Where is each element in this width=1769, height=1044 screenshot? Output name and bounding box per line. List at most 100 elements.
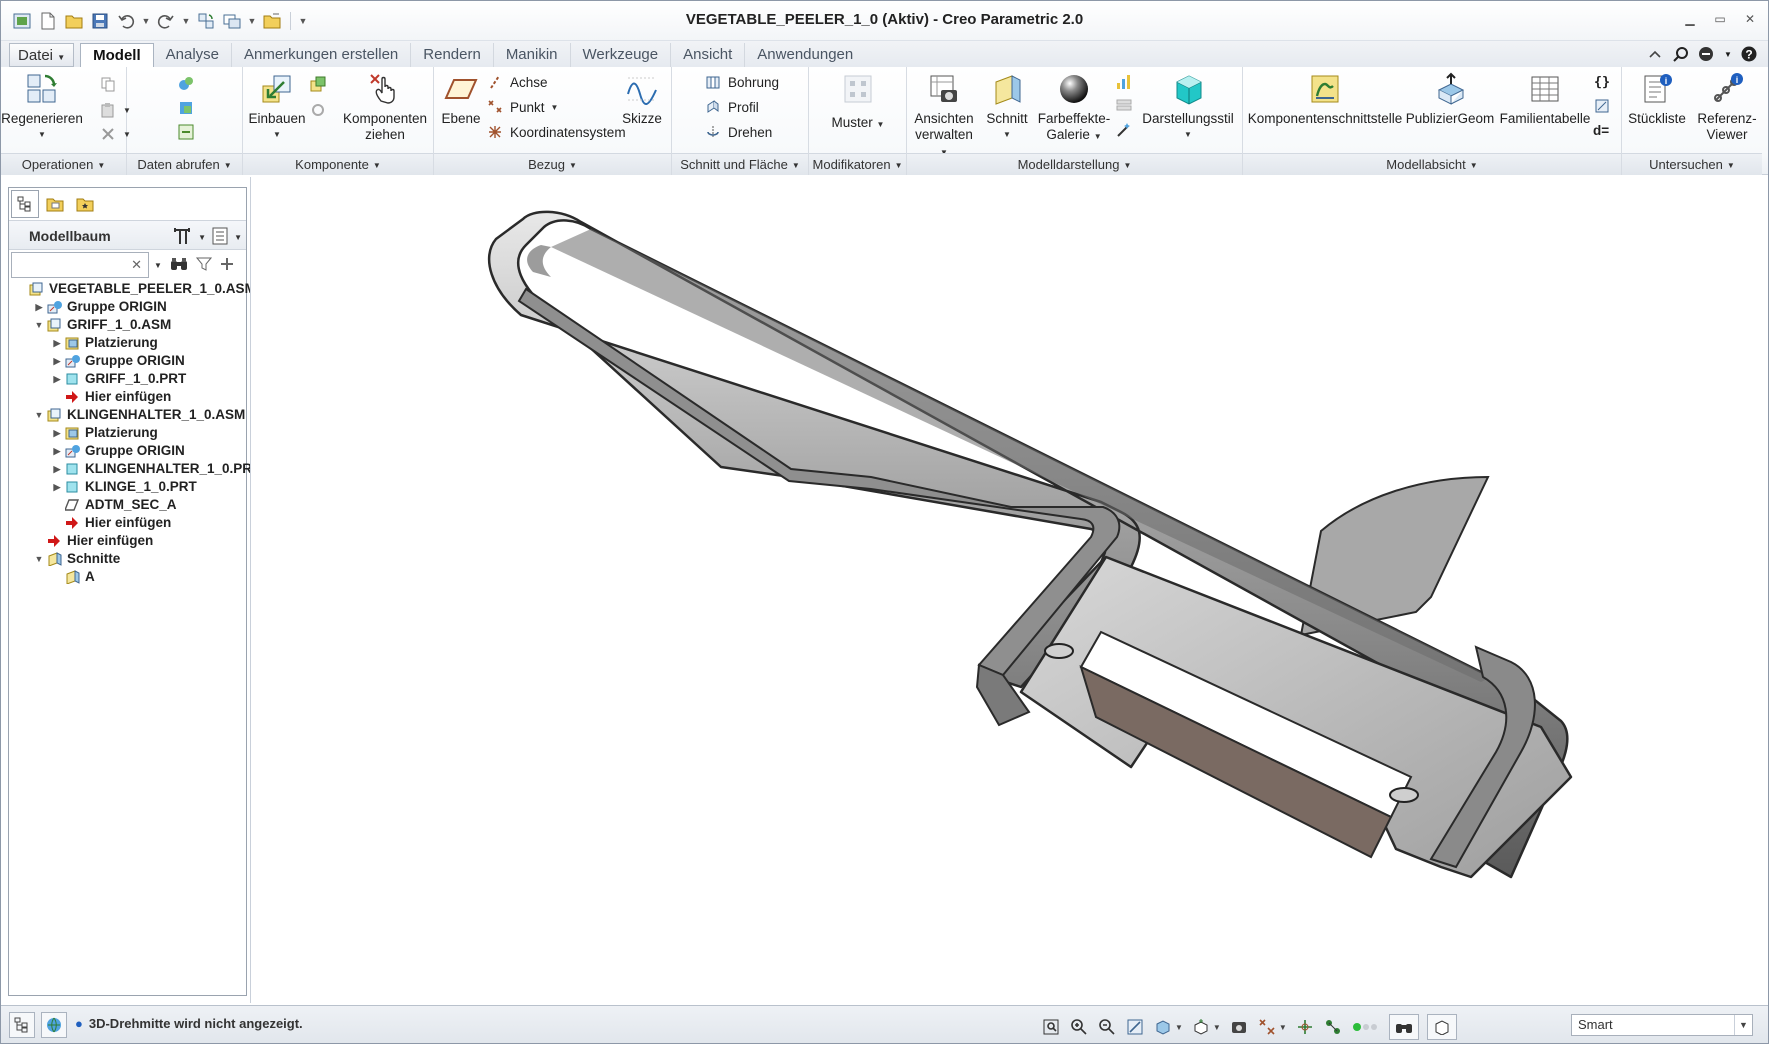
tab-manikin[interactable]: Manikin	[494, 43, 571, 67]
publiziergeom-button[interactable]: PublizierGeom	[1405, 71, 1495, 127]
group-label-modifikatoren[interactable]: Modifikatoren ▼	[809, 153, 906, 175]
spin-center-icon[interactable]	[1295, 1017, 1315, 1037]
muster-button[interactable]: Muster ▼	[827, 71, 889, 133]
group-label-operationen[interactable]: Operationen ▼	[1, 153, 126, 175]
darstellungsstil-big-button[interactable]: Darstellungsstil ▼	[1135, 71, 1241, 143]
farbeffekte-galerie-button[interactable]: Farbeffekte- Galerie ▼	[1035, 71, 1113, 145]
toggle-navigator-icon[interactable]	[9, 1012, 35, 1038]
bohrung-button[interactable]: Bohrung	[704, 71, 779, 93]
tree-node[interactable]: ▶ Gruppe ORIGIN	[9, 352, 246, 370]
group-label-daten-abrufen[interactable]: Daten abrufen ▼	[127, 153, 242, 175]
expand-toggle-collapsed-icon[interactable]: ▶	[51, 442, 63, 460]
display-style-dropdown-icon[interactable]: ▼	[1175, 1023, 1183, 1032]
komponenten-ziehen-button[interactable]: Komponenten ziehen	[339, 71, 431, 143]
koordinatensystem-button[interactable]: Koordinatensystem	[486, 121, 626, 143]
tree-node[interactable]: A	[9, 568, 246, 586]
tree-node[interactable]: ADTM_SEC_A	[9, 496, 246, 514]
group-label-modellabsicht[interactable]: Modellabsicht ▼	[1243, 153, 1621, 175]
tab-datei[interactable]: Datei ▼	[9, 43, 75, 67]
tree-node[interactable]: ▶ Platzierung	[9, 424, 246, 442]
close-icon[interactable]: ✕	[1742, 11, 1758, 27]
expand-toggle-expanded-icon[interactable]: ▼	[33, 406, 45, 424]
saved-orientations-icon[interactable]	[1191, 1017, 1211, 1037]
drehen-button[interactable]: Drehen	[704, 121, 772, 143]
tree-node[interactable]: ▼ GRIFF_1_0.ASM	[9, 316, 246, 334]
repeat-button[interactable]	[309, 99, 327, 121]
tab-werkzeuge[interactable]: Werkzeuge	[571, 43, 672, 67]
expand-toggle-collapsed-icon[interactable]: ▶	[51, 352, 63, 370]
model-tree-tab-icon[interactable]	[11, 190, 39, 218]
zoom-in-icon[interactable]	[1069, 1017, 1089, 1037]
tree-settings-dropdown-icon[interactable]: ▼	[198, 233, 206, 242]
expand-toggle-collapsed-icon[interactable]: ▶	[51, 334, 63, 352]
tree-node[interactable]: Hier einfügen	[9, 388, 246, 406]
skizze-button[interactable]: Skizze	[616, 71, 668, 127]
copy-button[interactable]	[99, 73, 117, 95]
expand-toggle-expanded-icon[interactable]: ▼	[33, 316, 45, 334]
view-manager-icon[interactable]	[1229, 1017, 1249, 1037]
expand-toggle-collapsed-icon[interactable]: ▶	[51, 370, 63, 388]
parameters-button[interactable]	[1593, 95, 1611, 117]
group-label-untersuchen[interactable]: Untersuchen ▼	[1622, 153, 1762, 175]
saved-orientations-dropdown-icon[interactable]: ▼	[1213, 1023, 1221, 1032]
tab-anwendungen[interactable]: Anwendungen	[745, 43, 865, 67]
find-icon[interactable]	[1388, 1014, 1419, 1040]
add-icon[interactable]	[220, 257, 234, 274]
datum-display-icon[interactable]	[1257, 1017, 1277, 1037]
profil-button[interactable]: Profil	[704, 96, 759, 118]
refit-icon[interactable]	[1041, 1017, 1061, 1037]
find-binoculars-icon[interactable]	[170, 256, 188, 275]
clear-search-icon[interactable]: ✕	[131, 257, 142, 273]
tree-node[interactable]: Hier einfügen	[9, 532, 246, 550]
zoom-out-icon[interactable]	[1097, 1017, 1117, 1037]
punkt-button[interactable]: Punkt ▼	[486, 96, 558, 118]
expand-toggle-expanded-icon[interactable]: ▼	[33, 550, 45, 568]
tree-node[interactable]: ▼ KLINGENHALTER_1_0.ASM	[9, 406, 246, 424]
display-tool-2-button[interactable]	[1115, 95, 1133, 117]
tree-node[interactable]: ▶ GRIFF_1_0.PRT	[9, 370, 246, 388]
show-options-dropdown-icon[interactable]: ▼	[234, 233, 242, 242]
copy-geom-button[interactable]	[177, 73, 195, 95]
tab-analyse[interactable]: Analyse	[154, 43, 232, 67]
tree-node[interactable]: ▶ Gruppe ORIGIN	[9, 442, 246, 460]
switch-dimensions-button[interactable]: {}	[1593, 71, 1611, 93]
search-dropdown-icon[interactable]: ▼	[154, 261, 162, 270]
filter-icon[interactable]	[195, 256, 212, 275]
darstellungsstil-button[interactable]	[1115, 119, 1133, 141]
tree-node[interactable]: ▶ Platzierung	[9, 334, 246, 352]
relations-button[interactable]: d=	[1593, 119, 1609, 141]
graphics-viewport[interactable]	[250, 177, 1768, 1003]
komponentenschnittstelle-button[interactable]: Komponentenschnittstelle	[1248, 71, 1402, 127]
maximize-icon[interactable]: ▭	[1712, 11, 1728, 27]
tree-node[interactable]: ▶ KLINGENHALTER_1_0.PRT	[9, 460, 261, 478]
ansichten-verwalten-button[interactable]: Ansichten verwalten ▼	[911, 71, 977, 161]
stueckliste-button[interactable]: i Stückliste	[1622, 71, 1692, 127]
datum-display-dropdown-icon[interactable]: ▼	[1279, 1023, 1287, 1032]
achse-button[interactable]: Achse	[486, 71, 548, 93]
show-options-icon[interactable]	[210, 226, 230, 249]
annotation-display-icon[interactable]	[1323, 1017, 1343, 1037]
community-icon[interactable]	[1698, 45, 1716, 63]
vegetable-peeler-3d-model[interactable]	[251, 177, 1769, 1003]
group-label-schnitt-und-flaeche[interactable]: Schnitt und Fläche ▼	[672, 153, 808, 175]
einbauen-button[interactable]: Einbauen ▼	[247, 71, 307, 143]
tab-modell[interactable]: Modell	[80, 43, 154, 68]
tree-node[interactable]: ▶ Gruppe ORIGIN	[9, 298, 246, 316]
expand-toggle-collapsed-icon[interactable]: ▶	[51, 478, 63, 496]
tree-node[interactable]: Hier einfügen	[9, 514, 246, 532]
tab-ansicht[interactable]: Ansicht	[671, 43, 746, 67]
tab-rendern[interactable]: Rendern	[411, 43, 494, 67]
minimize-icon[interactable]: ▁	[1682, 11, 1698, 27]
tree-settings-icon[interactable]	[172, 226, 194, 249]
expand-toggle-collapsed-icon[interactable]: ▶	[51, 460, 63, 478]
search-icon[interactable]	[1672, 45, 1690, 63]
expand-toggle-collapsed-icon[interactable]: ▶	[51, 424, 63, 442]
display-tool-1-button[interactable]	[1115, 71, 1133, 93]
familientabelle-button[interactable]: Familientabelle	[1497, 71, 1593, 127]
tab-anmerkungen-erstellen[interactable]: Anmerkungen erstellen	[232, 43, 412, 67]
group-label-bezug[interactable]: Bezug ▼	[434, 153, 671, 175]
schnitt-button[interactable]: Schnitt ▼	[981, 71, 1033, 143]
group-label-modelldarstellung[interactable]: Modelldarstellung ▼	[907, 153, 1242, 175]
community-dropdown-icon[interactable]: ▼	[1724, 45, 1732, 63]
regenerieren-button[interactable]: Regenerieren ▼	[1, 71, 83, 143]
